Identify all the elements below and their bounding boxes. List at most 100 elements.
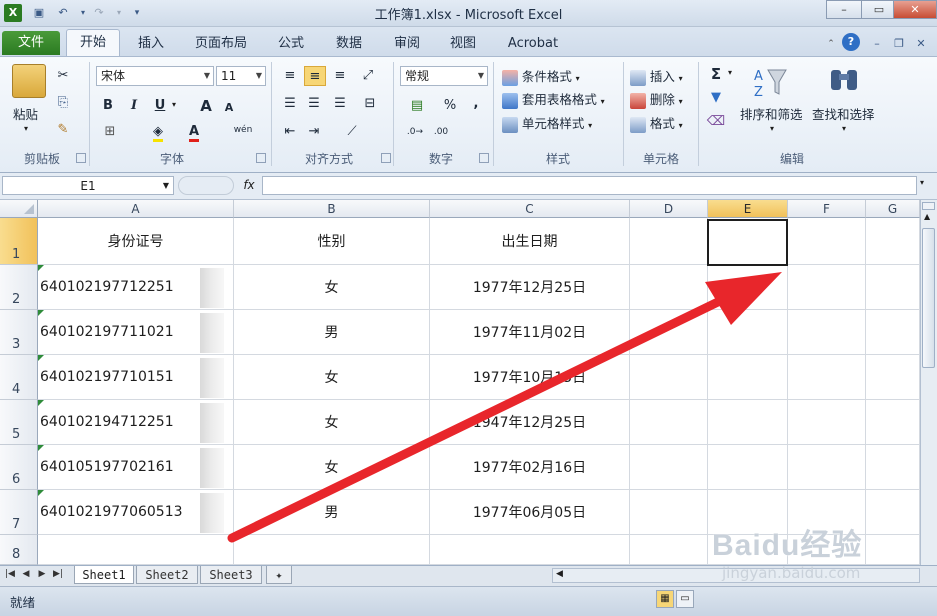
split-handle[interactable] [922, 202, 935, 210]
cell-f6[interactable] [788, 445, 866, 490]
number-launcher-icon[interactable] [479, 153, 489, 163]
autosum-dropdown-icon[interactable]: ▾ [728, 68, 732, 77]
table-row-5-id[interactable]: 640102194712251 [38, 400, 234, 445]
cell-g3[interactable] [866, 310, 920, 355]
row-header-4[interactable]: 4 [0, 355, 38, 400]
sort-filter-dropdown-icon[interactable]: ▾ [770, 124, 774, 133]
scroll-left-icon[interactable]: ◀ [556, 569, 563, 579]
cell-g6[interactable] [866, 445, 920, 490]
increase-indent-icon[interactable]: ⇥ [304, 122, 324, 142]
close-button[interactable]: ✕ [893, 0, 937, 19]
cell-d3[interactable] [630, 310, 708, 355]
align-left-icon[interactable]: ☰ [280, 94, 300, 114]
font-size-combo[interactable]: 11 ▼ [216, 66, 266, 86]
tab-acrobat[interactable]: Acrobat [500, 33, 566, 55]
table-row-3-id[interactable]: 640102197711021 [38, 310, 234, 355]
cell-a8[interactable] [38, 535, 234, 565]
align-center-icon[interactable]: ☰ [304, 94, 324, 114]
cell-e2[interactable] [708, 265, 788, 310]
find-select-button[interactable]: 查找和选择 [812, 104, 875, 123]
align-middle-icon[interactable]: ≡ [304, 66, 326, 86]
tab-data[interactable]: 数据 [328, 33, 370, 55]
row-header-5[interactable]: 5 [0, 400, 38, 445]
row-header-1[interactable]: 1 [0, 218, 38, 265]
table-row-4-id[interactable]: 640102197710151 [38, 355, 234, 400]
table-row-6-id[interactable]: 640105197702161 [38, 445, 234, 490]
table-row-7-birth[interactable]: 1977年06月05日 [430, 490, 630, 535]
cell-f3[interactable] [788, 310, 866, 355]
column-header-c[interactable]: C [430, 200, 630, 218]
tab-formulas[interactable]: 公式 [270, 33, 312, 55]
expand-formula-bar-icon[interactable]: ▾ [920, 178, 924, 187]
format-as-table-button[interactable]: 套用表格格式 ▾ [502, 89, 605, 109]
tab-insert[interactable]: 插入 [130, 33, 172, 55]
formula-bar-handle[interactable] [178, 176, 234, 195]
insert-cells-button[interactable]: 插入 ▾ [630, 66, 683, 86]
tab-page-layout[interactable]: 页面布局 [188, 33, 254, 55]
comma-button[interactable]: , [466, 94, 486, 114]
table-row-3-gender[interactable]: 男 [234, 310, 430, 355]
restore-button[interactable]: ▭ [861, 0, 897, 19]
cell-f5[interactable] [788, 400, 866, 445]
bold-button[interactable]: B [98, 96, 118, 116]
fill-icon[interactable]: ▼ [706, 88, 726, 108]
table-row-2-id[interactable]: 640102197712251 [38, 265, 234, 310]
column-header-e[interactable]: E [708, 200, 788, 218]
cell-g2[interactable] [866, 265, 920, 310]
workbook-minimize-icon[interactable]: – [868, 35, 886, 53]
table-row-2-birth[interactable]: 1977年12月25日 [430, 265, 630, 310]
tab-view[interactable]: 视图 [442, 33, 484, 55]
table-row-7-gender[interactable]: 男 [234, 490, 430, 535]
currency-icon[interactable]: ▤ [402, 96, 432, 116]
cell-g1[interactable] [866, 218, 920, 265]
workbook-close-icon[interactable]: ✕ [912, 35, 930, 53]
decrease-font-button[interactable]: A [220, 98, 238, 118]
help-icon[interactable]: ? [842, 33, 860, 51]
clear-icon[interactable]: ⌫ [706, 112, 726, 132]
cell-c1[interactable]: 出生日期 [430, 218, 630, 265]
font-color-button[interactable]: A [184, 122, 204, 142]
prev-sheet-icon[interactable]: ◀ [20, 567, 32, 581]
find-select-dropdown-icon[interactable]: ▾ [842, 124, 846, 133]
cell-d5[interactable] [630, 400, 708, 445]
row-header-7[interactable]: 7 [0, 490, 38, 535]
cell-d4[interactable] [630, 355, 708, 400]
align-bottom-icon[interactable]: ≡ [330, 66, 350, 86]
decrease-decimal-icon[interactable]: .00 [430, 122, 452, 142]
tab-home[interactable]: 开始 [66, 29, 120, 57]
cell-e6[interactable] [708, 445, 788, 490]
column-header-g[interactable]: G [866, 200, 920, 218]
table-row-4-birth[interactable]: 1977年10月15日 [430, 355, 630, 400]
cell-b8[interactable] [234, 535, 430, 565]
cell-d1[interactable] [630, 218, 708, 265]
table-row-4-gender[interactable]: 女 [234, 355, 430, 400]
cell-f1[interactable] [788, 218, 866, 265]
autosum-button[interactable]: Σ [706, 64, 726, 84]
format-painter-icon[interactable]: ✎ [52, 120, 74, 140]
cell-b1[interactable]: 性别 [234, 218, 430, 265]
insert-function-button[interactable]: fx [238, 176, 260, 195]
scroll-up-icon[interactable]: ▲ [924, 212, 930, 221]
insert-sheet-icon[interactable]: ✦ [266, 566, 292, 584]
increase-decimal-icon[interactable]: .0→ [404, 122, 426, 142]
last-sheet-icon[interactable]: ▶| [52, 567, 64, 581]
paste-button[interactable]: 粘贴 [13, 104, 38, 123]
table-row-7-id[interactable]: 6401021977060513 [38, 490, 234, 535]
column-header-b[interactable]: B [234, 200, 430, 218]
orientation-icon[interactable]: ⤢ [356, 66, 380, 86]
normal-view-icon[interactable]: ▦ [656, 590, 674, 608]
formula-input[interactable] [262, 176, 917, 195]
sort-filter-button[interactable]: 排序和筛选 [740, 104, 803, 123]
fill-color-icon[interactable]: ◈ [148, 122, 168, 142]
format-cells-button[interactable]: 格式 ▾ [630, 113, 683, 133]
table-row-3-birth[interactable]: 1977年11月02日 [430, 310, 630, 355]
border-icon[interactable]: ⊞ [100, 122, 120, 142]
cell-d6[interactable] [630, 445, 708, 490]
align-top-icon[interactable]: ≡ [280, 66, 300, 86]
row-header-8[interactable]: 8 [0, 535, 38, 565]
cell-e5[interactable] [708, 400, 788, 445]
column-header-d[interactable]: D [630, 200, 708, 218]
wrap-merge-icon[interactable]: ⊟ [356, 94, 384, 114]
page-layout-view-icon[interactable]: ▭ [676, 590, 694, 608]
tab-file[interactable]: 文件 [2, 31, 60, 55]
